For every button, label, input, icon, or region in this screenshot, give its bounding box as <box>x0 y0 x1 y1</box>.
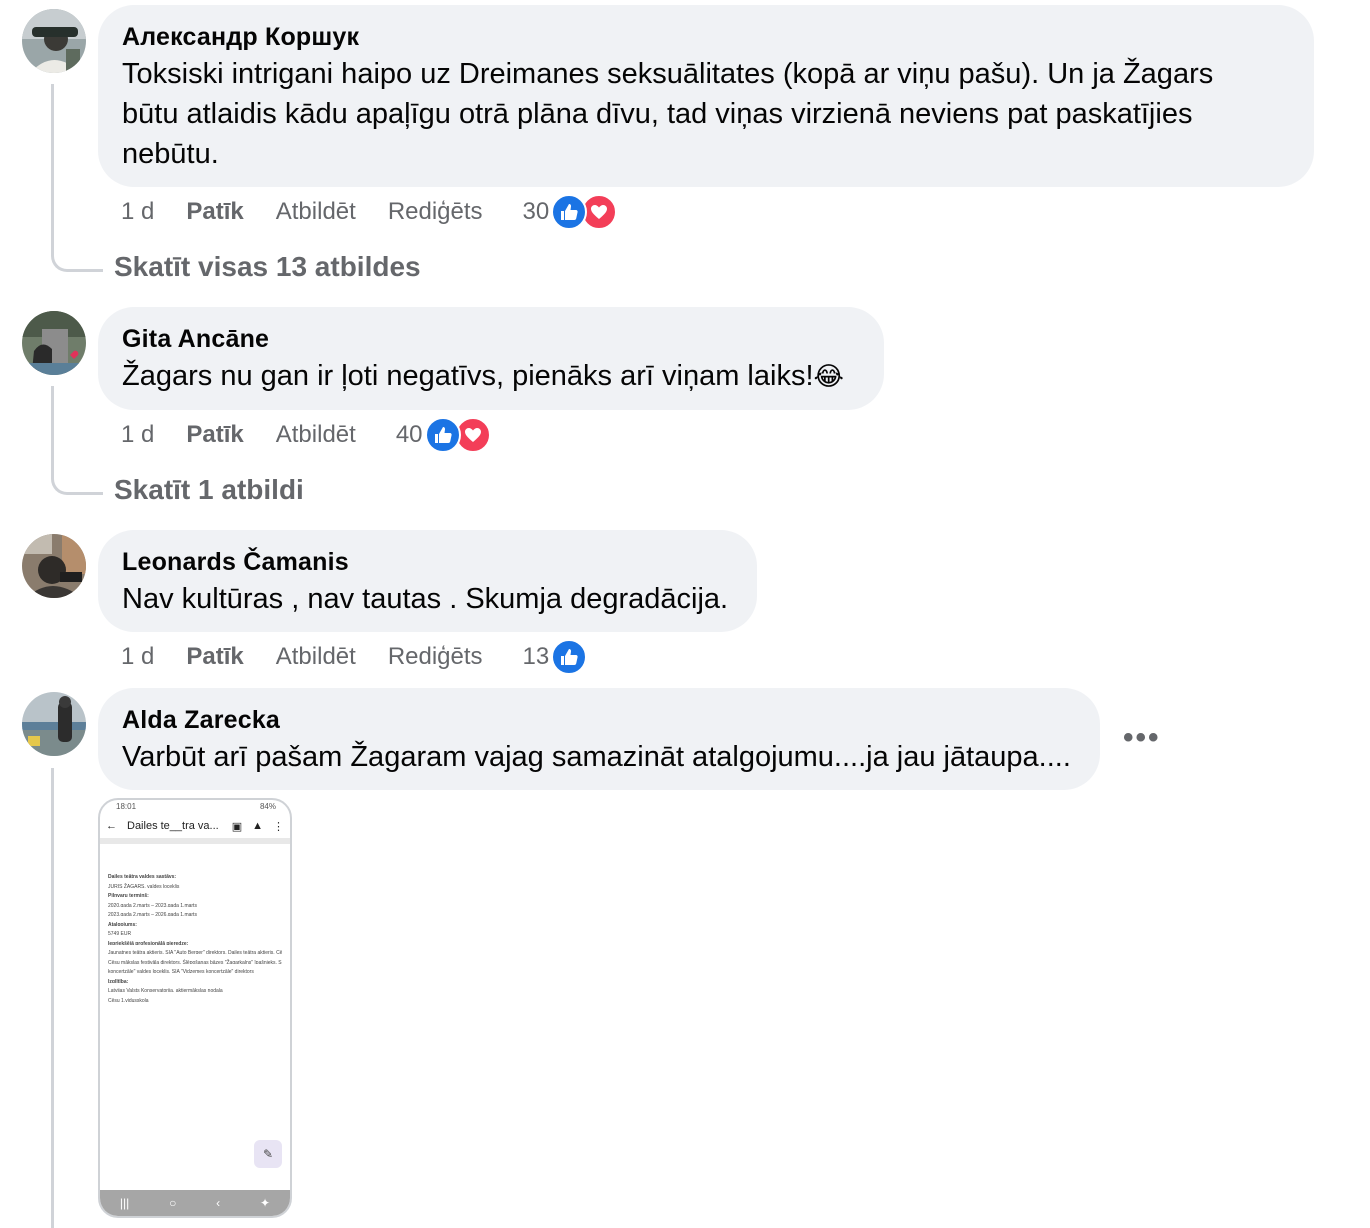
thread-line <box>51 386 54 468</box>
edited-label: Rediģēts <box>387 643 483 670</box>
doc-line: 2023.gada 2.marts – 2026.gada 1.marts <box>108 912 197 916</box>
like-icon <box>424 417 461 453</box>
comment-bubble: Alda Zarecka Varbūt arī pašam Žagaram va… <box>98 688 1100 790</box>
comment-text: Nav kultūras , nav tautas . Skumja degra… <box>122 583 729 615</box>
like-button[interactable]: Patīk <box>186 198 243 226</box>
doc-line: Atalgojums: <box>108 921 137 926</box>
reaction-count[interactable]: 13 <box>523 643 550 671</box>
comment-actions: 1 d Patīk Atbildēt 40 <box>121 415 491 455</box>
document-icon: ▣ <box>231 820 243 833</box>
comment-actions: 1 d Patīk Atbildēt Rediģēts 13 <box>121 637 588 677</box>
avatar[interactable] <box>22 311 86 375</box>
doc-line: Cēsu mākslas festivāla direktors, Ślēpoš… <box>108 959 282 964</box>
reply-button[interactable]: Atbildēt <box>276 643 356 671</box>
kebab-menu-icon: ⋮ <box>273 820 284 833</box>
like-button[interactable]: Patīk <box>186 643 243 671</box>
doc-line: JURIS ŽAGARS, valdes loceklis <box>108 883 180 888</box>
avatar[interactable] <box>22 534 86 598</box>
phone-nav-bar: ||| ○ ‹ ✦ <box>100 1190 290 1216</box>
doc-line: koncertzāle" valdes loceklis, SIA "Vidze… <box>108 969 254 973</box>
back-icon: ‹ <box>216 1196 221 1210</box>
comment-time[interactable]: 1 d <box>121 421 154 449</box>
reaction-count[interactable]: 40 <box>396 421 423 449</box>
laughing-emoji-icon: 😂 <box>813 361 844 391</box>
doc-title: Dailes te__tra va... <box>127 820 219 832</box>
comment-bubble: Gita Ancāne Žagars nu gan ir ļoti negatī… <box>98 307 884 410</box>
comment-text: Varbūt arī pašam Žagaram vajag samazināt… <box>122 741 1071 773</box>
avatar[interactable] <box>22 9 86 73</box>
thread-connector <box>51 242 103 272</box>
comment-author[interactable]: Leonards Čamanis <box>122 547 733 577</box>
reply-button[interactable]: Atbildēt <box>276 421 356 449</box>
phone-status-bar: 18:01 84% <box>116 802 276 811</box>
thread-line <box>51 84 54 244</box>
doc-line: Latvijas Valsts Konservatorija, aktiermā… <box>108 988 223 992</box>
comment-bubble: Leonards Čamanis Nav kultūras , nav taut… <box>98 530 757 632</box>
comment-author[interactable]: Александр Коршук <box>122 22 1290 52</box>
doc-line: Cēsu 1.vidusskola <box>108 997 149 1002</box>
doc-line: Iepriekšējā profesionālā pieredze: <box>108 940 189 945</box>
edited-label: Rediģēts <box>387 198 483 225</box>
comment-author[interactable]: Alda Zarecka <box>122 705 1076 735</box>
comment-text: Žagars nu gan ir ļoti negatīvs, pienāks … <box>122 360 844 392</box>
comment-image-attachment[interactable]: 18:01 84% ← Dailes te__tra va... ▣ ▲ ⋮ D… <box>98 798 292 1218</box>
drive-icon: ▲ <box>252 820 263 832</box>
avatar[interactable] <box>22 692 86 756</box>
reply-button[interactable]: Atbildēt <box>276 198 356 226</box>
thread-line <box>51 768 54 1228</box>
more-options-button[interactable]: ••• <box>1123 721 1161 755</box>
thread-connector <box>51 465 103 495</box>
comment-time[interactable]: 1 d <box>121 643 154 671</box>
reaction-count[interactable]: 30 <box>523 198 550 226</box>
like-button[interactable]: Patīk <box>186 421 243 449</box>
accessibility-icon: ✦ <box>260 1196 271 1210</box>
view-replies-link[interactable]: Skatīt visas 13 atbildes <box>114 251 421 283</box>
doc-line: Jaunatnes teātra aktieris, SIA "Auto Ber… <box>108 950 282 954</box>
recent-apps-icon: ||| <box>119 1196 130 1210</box>
edit-icon: ✎ <box>254 1140 282 1168</box>
like-icon <box>551 639 588 675</box>
doc-line: Pilnvaru termiņš: <box>108 893 149 897</box>
like-icon <box>551 194 588 230</box>
comment-author[interactable]: Gita Ancāne <box>122 324 860 354</box>
view-replies-link[interactable]: Skatīt 1 atbildi <box>114 474 304 506</box>
doc-content: Dailes teātra valdes sastāvs: JURIS ŽAGA… <box>100 844 290 1002</box>
comment-time[interactable]: 1 d <box>121 198 154 226</box>
comment-text: Toksiski intrigani haipo uz Dreimanes se… <box>122 58 1214 170</box>
home-icon: ○ <box>169 1196 177 1210</box>
doc-line: 2020.gada 2.marts – 2023.gada 1.marts <box>108 902 197 907</box>
comment-actions: 1 d Patīk Atbildēt Rediģēts 30 <box>121 192 618 232</box>
doc-line: Izglītība: <box>108 978 129 983</box>
doc-line: Dailes teātra valdes sastāvs: <box>108 874 177 878</box>
comment-bubble: Александр Коршук Toksiski intrigani haip… <box>98 5 1314 187</box>
phone-app-bar: ← Dailes te__tra va... ▣ ▲ ⋮ <box>100 814 290 844</box>
back-arrow-icon: ← <box>106 820 117 832</box>
doc-line: 5749 EUR <box>108 931 132 935</box>
